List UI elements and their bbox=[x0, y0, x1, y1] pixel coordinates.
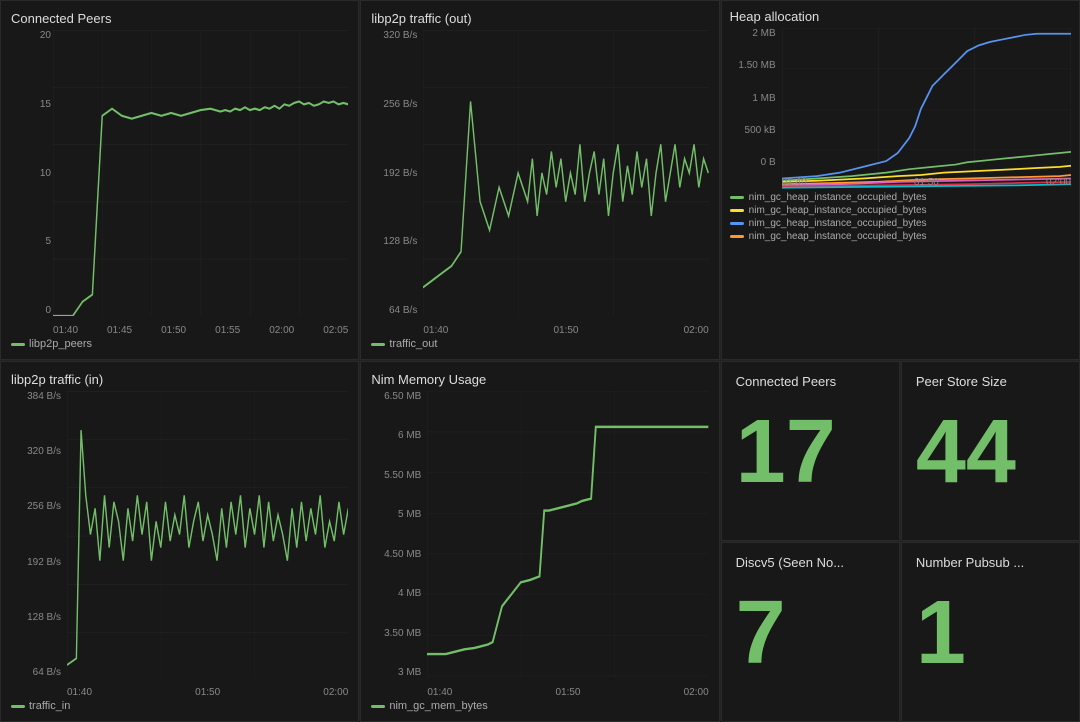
chart-libp2p-out: 320 B/s256 B/s192 B/s128 B/s64 B/s 01:40… bbox=[371, 30, 708, 336]
metric-title-discv5: Discv5 (Seen No... bbox=[736, 555, 885, 570]
metric-pubsub: Number Pubsub ... 1 bbox=[901, 542, 1080, 722]
x-labels-heap: 01:4001:5002:00 bbox=[782, 177, 1071, 188]
dashboard: Connected Peers 20151050 01:40 bbox=[0, 0, 1080, 721]
heap-legend-orange: nim_gc_heap_instance_occupied_bytes bbox=[730, 231, 1071, 242]
x-labels-nim: 01:4001:5002:00 bbox=[427, 687, 708, 698]
chart-libp2p-in: 384 B/s320 B/s256 B/s192 B/s128 B/s64 B/… bbox=[11, 391, 348, 698]
heap-legend-blue: nim_gc_heap_instance_occupied_bytes bbox=[730, 218, 1071, 229]
panel-heap: Heap allocation 2 MB1.50 MB1 MB500 kB0 B bbox=[721, 0, 1080, 360]
inner-chart-connected bbox=[53, 30, 348, 316]
legend-label-out: traffic_out bbox=[389, 338, 437, 350]
legend-dot-connected bbox=[11, 343, 25, 346]
metric-title-pubsub: Number Pubsub ... bbox=[916, 555, 1065, 570]
metric-value-pubsub: 1 bbox=[916, 588, 1065, 678]
heap-legend-yellow: nim_gc_heap_instance_occupied_bytes bbox=[730, 205, 1071, 216]
inner-chart-heap bbox=[782, 28, 1071, 168]
legend-dot-out bbox=[371, 343, 385, 346]
x-labels-connected: 01:4001:4501:5001:5502:0002:05 bbox=[53, 325, 348, 336]
panel-title-nim-mem: Nim Memory Usage bbox=[371, 372, 708, 387]
panel-libp2p-out: libp2p traffic (out) 320 B/s256 B/s192 B… bbox=[360, 0, 719, 360]
heap-chart-area: 2 MB1.50 MB1 MB500 kB0 B bbox=[730, 28, 1071, 188]
metric-discv5: Discv5 (Seen No... 7 bbox=[721, 542, 900, 722]
heap-legends: nim_gc_heap_instance_occupied_bytes nim_… bbox=[730, 192, 1071, 242]
metric-connected-peers: Connected Peers 17 bbox=[721, 361, 900, 541]
metric-value-discv5: 7 bbox=[736, 588, 885, 678]
metric-peer-store: Peer Store Size 44 bbox=[901, 361, 1080, 541]
metric-title-peer-store: Peer Store Size bbox=[916, 374, 1065, 389]
metric-value-peer-store: 44 bbox=[916, 407, 1065, 497]
inner-chart-in bbox=[67, 391, 348, 678]
y-labels-heap: 2 MB1.50 MB1 MB500 kB0 B bbox=[730, 28, 778, 168]
panel-title-heap: Heap allocation bbox=[730, 9, 1071, 24]
legend-label-in: traffic_in bbox=[29, 700, 70, 712]
panel-connected-peers: Connected Peers 20151050 01:40 bbox=[0, 0, 359, 360]
heap-legend-green: nim_gc_heap_instance_occupied_bytes bbox=[730, 192, 1071, 203]
chart-connected-peers: 20151050 01:4001:4501:5001:5502:0002:05 bbox=[11, 30, 348, 336]
panel-nim-mem: Nim Memory Usage 6.50 MB6 MB5.50 MB5 MB4… bbox=[360, 361, 719, 722]
panel-title-libp2p-out: libp2p traffic (out) bbox=[371, 11, 708, 26]
panel-title-connected: Connected Peers bbox=[11, 11, 348, 26]
inner-chart-out bbox=[423, 30, 708, 316]
legend-dot-nim bbox=[371, 705, 385, 708]
y-labels-nim: 6.50 MB6 MB5.50 MB5 MB4.50 MB4 MB3.50 MB… bbox=[371, 391, 423, 678]
legend-in: traffic_in bbox=[11, 700, 348, 712]
metric-title-connected: Connected Peers bbox=[736, 374, 885, 389]
metric-value-connected: 17 bbox=[736, 407, 885, 497]
legend-label-nim: nim_gc_mem_bytes bbox=[389, 700, 487, 712]
x-labels-out: 01:4001:5002:00 bbox=[423, 325, 708, 336]
legend-dot-in bbox=[11, 705, 25, 708]
inner-chart-nim bbox=[427, 391, 708, 678]
legend-out: traffic_out bbox=[371, 338, 708, 350]
legend-label-connected: libp2p_peers bbox=[29, 338, 92, 350]
legend-connected: libp2p_peers bbox=[11, 338, 348, 350]
y-labels-in: 384 B/s320 B/s256 B/s192 B/s128 B/s64 B/… bbox=[11, 391, 63, 678]
legend-nim: nim_gc_mem_bytes bbox=[371, 700, 708, 712]
metrics-grid: Connected Peers 17 Peer Store Size 44 Di… bbox=[721, 361, 1080, 722]
panel-libp2p-in: libp2p traffic (in) 384 B/s320 B/s256 B/… bbox=[0, 361, 359, 722]
x-labels-in: 01:4001:5002:00 bbox=[67, 687, 348, 698]
y-labels-out: 320 B/s256 B/s192 B/s128 B/s64 B/s bbox=[371, 30, 419, 316]
chart-nim-mem: 6.50 MB6 MB5.50 MB5 MB4.50 MB4 MB3.50 MB… bbox=[371, 391, 708, 698]
y-labels-connected: 20151050 bbox=[11, 30, 53, 316]
panel-title-libp2p-in: libp2p traffic (in) bbox=[11, 372, 348, 387]
